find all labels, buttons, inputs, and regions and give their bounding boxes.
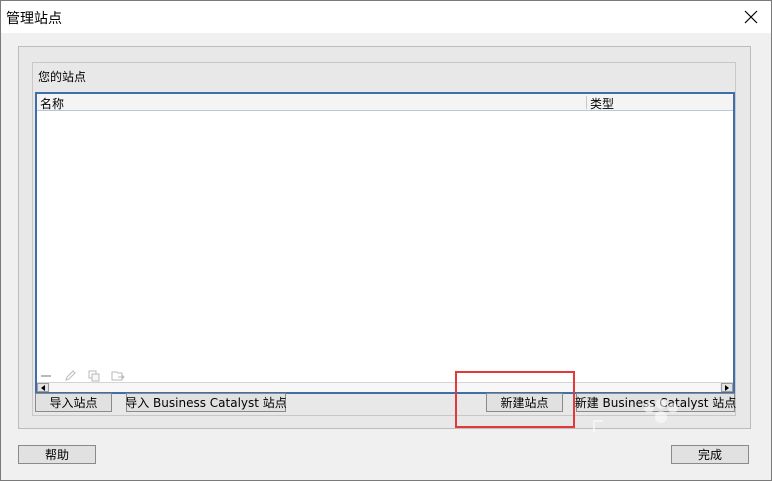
scroll-thumb[interactable] — [50, 383, 720, 392]
minus-icon — [41, 375, 51, 377]
column-divider[interactable] — [586, 96, 587, 109]
horizontal-scrollbar[interactable] — [37, 382, 733, 392]
dialog-title: 管理站点 — [6, 11, 62, 27]
done-button[interactable]: 完成 — [671, 445, 749, 464]
list-rows[interactable] — [37, 112, 733, 382]
close-icon — [744, 10, 758, 24]
import-site-button[interactable]: 导入站点 — [35, 393, 112, 412]
site-toolbar — [38, 368, 126, 384]
arrow-left-icon — [41, 384, 45, 391]
new-bc-site-button[interactable]: 新建 Business Catalyst 站点 — [575, 393, 736, 412]
column-header-name[interactable]: 名称 — [40, 95, 64, 112]
column-header-type[interactable]: 类型 — [590, 95, 614, 112]
highlight-box — [455, 371, 575, 428]
arrow-right-icon — [725, 384, 729, 391]
scroll-left-button[interactable] — [37, 383, 49, 392]
duplicate-site-button[interactable] — [86, 369, 102, 383]
sites-group-title: 您的站点 — [38, 70, 87, 84]
sites-list[interactable]: 名称 类型 — [35, 92, 735, 394]
close-button[interactable] — [741, 7, 761, 27]
import-bc-site-button[interactable]: 导入 Business Catalyst 站点 — [125, 393, 287, 412]
pencil-icon — [65, 370, 76, 381]
scroll-right-button[interactable] — [721, 383, 733, 392]
duplicate-icon — [88, 370, 100, 382]
title-bar: 管理站点 — [1, 1, 771, 33]
list-header: 名称 类型 — [37, 94, 733, 111]
remove-site-button[interactable] — [38, 369, 54, 383]
help-button[interactable]: 帮助 — [18, 445, 96, 464]
export-icon — [111, 371, 125, 381]
export-site-button[interactable] — [110, 369, 126, 383]
edit-site-button[interactable] — [62, 369, 78, 383]
